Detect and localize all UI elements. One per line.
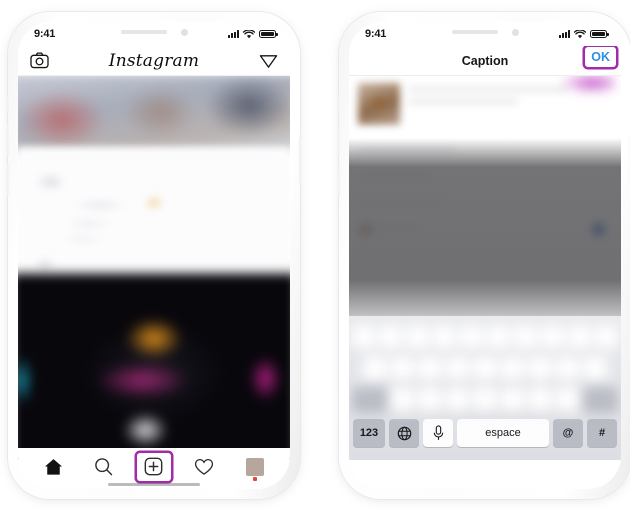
phone-device-caption: 9:41 Caption OK 123 espace @ # [338,12,630,499]
earpiece-speaker-icon [120,30,167,34]
tab-home[interactable] [36,453,70,481]
key[interactable] [555,387,579,412]
paper-plane-icon[interactable] [259,52,278,70]
wifi-icon [574,29,586,38]
keyboard-dim-overlay [349,138,621,320]
key[interactable] [379,325,402,350]
key[interactable] [352,325,375,350]
key[interactable] [418,387,442,412]
tab-profile[interactable] [238,453,272,481]
key[interactable] [528,356,552,381]
caption-body: 123 espace @ # [349,76,621,460]
power-button[interactable] [298,138,301,184]
mute-switch[interactable] [338,96,341,114]
key[interactable] [500,356,525,381]
key[interactable] [445,356,470,381]
key[interactable] [433,325,456,350]
status-time: 9:41 [365,28,387,40]
key[interactable] [406,325,429,350]
key[interactable] [568,325,591,350]
keyboard-bottom-row[interactable]: 123 espace @ # [349,418,621,454]
numbers-key[interactable]: 123 [353,419,385,447]
status-icons [228,29,278,39]
keyboard-row-2[interactable] [352,356,618,381]
notch [90,22,218,42]
key[interactable] [473,356,497,381]
key[interactable] [391,387,415,412]
mute-switch[interactable] [7,96,10,114]
key[interactable] [473,387,497,412]
volume-down-button[interactable] [338,164,341,196]
at-key[interactable]: @ [553,419,583,447]
feed-post-text-block [18,148,290,278]
backspace-key[interactable] [582,387,619,412]
key[interactable] [500,387,525,412]
cellular-signal-icon [228,30,239,38]
key[interactable] [555,356,580,381]
feed-post-image-bottom [18,273,290,460]
shift-key[interactable] [351,387,388,412]
key[interactable] [362,356,387,381]
key[interactable] [460,325,483,350]
key[interactable] [595,325,618,350]
key[interactable] [541,325,564,350]
camera-icon[interactable] [30,52,49,69]
battery-icon [259,29,278,39]
tab-new-post[interactable] [136,452,171,481]
key[interactable] [390,356,415,381]
avatar [245,457,264,476]
feed-content[interactable] [18,76,290,460]
hash-key[interactable]: # [587,419,617,447]
cellular-signal-icon [559,30,570,38]
onscreen-keyboard[interactable]: 123 espace @ # [349,316,621,460]
tab-activity[interactable] [187,453,221,481]
keyboard-row-3[interactable] [351,387,619,412]
volume-up-button[interactable] [338,124,341,156]
microphone-icon [433,425,443,440]
home-indicator[interactable] [108,483,200,486]
volume-down-button[interactable] [7,164,10,196]
search-icon [95,458,113,476]
status-icons [559,29,609,39]
front-camera-icon [180,28,188,36]
key[interactable] [528,387,552,412]
dictation-key[interactable] [423,419,453,447]
instagram-header: Instagram [18,46,290,76]
page-title: Caption [461,53,509,68]
instagram-logo: Instagram [108,50,200,71]
globe-icon [397,426,411,440]
keyboard-letter-rows[interactable] [349,322,621,418]
earpiece-speaker-icon [451,30,498,34]
phone-device-instagram: 9:41 Instagram [7,12,301,499]
key[interactable] [418,356,442,381]
front-camera-icon [511,28,519,36]
feed-post-image-top [18,76,290,151]
keyboard-row-1[interactable] [352,325,618,350]
battery-icon [590,29,609,39]
key[interactable] [583,356,608,381]
plus-square-icon [145,457,163,476]
key[interactable] [487,325,510,350]
home-icon [44,458,62,475]
tab-search[interactable] [87,453,121,481]
phone-screen-instagram: 9:41 Instagram [18,22,290,489]
screenshot-canvas: 9:41 Instagram 9:41 Caption OK 123 espac… [0,0,630,511]
post-thumbnail [358,83,400,125]
globe-key[interactable] [389,419,419,447]
space-key[interactable]: espace [457,419,549,447]
wifi-icon [243,29,255,38]
phone-screen-caption: 9:41 Caption OK 123 espace @ # [349,22,621,489]
heart-icon [195,458,214,475]
caption-header: Caption OK [349,46,621,76]
volume-up-button[interactable] [7,124,10,156]
highlight-bleed [559,76,615,94]
key[interactable] [514,325,537,350]
key[interactable] [445,387,470,412]
status-time: 9:41 [34,28,56,40]
ok-button[interactable]: OK [585,47,616,67]
notch [421,22,549,42]
